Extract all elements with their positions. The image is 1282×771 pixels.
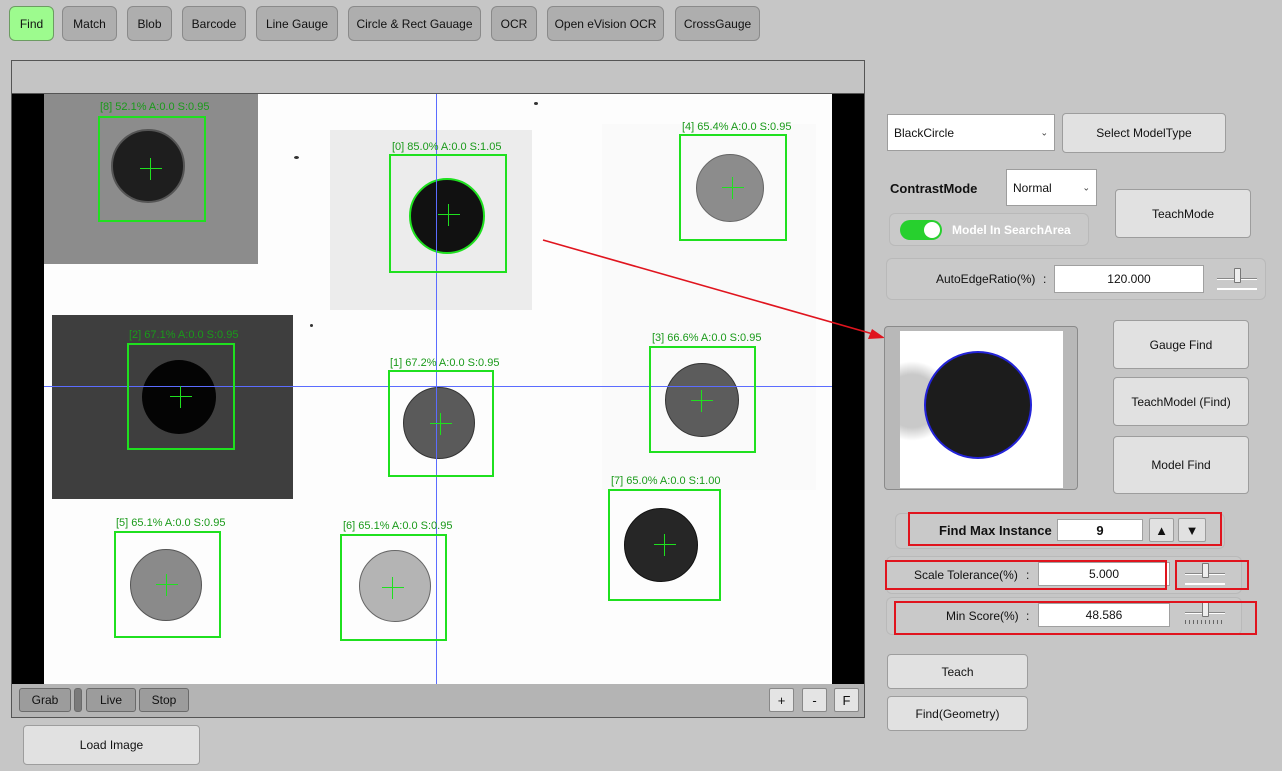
- result-label-0: [0] 85.0% A:0.0 S:1.05: [392, 141, 502, 153]
- center-cross-icon: [140, 158, 162, 180]
- center-cross-icon: [722, 177, 744, 199]
- model-preview-image: [900, 331, 1063, 488]
- center-cross-icon: [438, 204, 460, 226]
- model-type-select[interactable]: BlackCircle ⌄: [887, 114, 1055, 151]
- teach-button[interactable]: Teach: [887, 654, 1028, 689]
- teach-model-find-button[interactable]: TeachModel (Find): [1113, 377, 1249, 426]
- result-label-7: [7] 65.0% A:0.0 S:1.00: [611, 475, 721, 487]
- image-canvas[interactable]: [8] 52.1% A:0.0 S:0.95 [0] 85.0% A:0.0 S…: [12, 94, 864, 684]
- tab-find[interactable]: Find: [9, 6, 54, 41]
- tab-open-evision-ocr[interactable]: Open eVision OCR: [547, 6, 664, 41]
- contrast-mode-label: ContrastMode: [890, 181, 978, 196]
- model-in-search-area-toggle[interactable]: [900, 220, 942, 240]
- select-model-type-button[interactable]: Select ModelType: [1062, 113, 1226, 153]
- image-speck: [310, 324, 313, 327]
- auto-edge-ratio-input[interactable]: 120.000: [1054, 265, 1204, 293]
- fit-button[interactable]: F: [834, 688, 859, 712]
- highlight-box-min-score: [894, 601, 1257, 635]
- highlight-box-max-instance: [908, 512, 1222, 546]
- grab-button[interactable]: Grab: [19, 688, 71, 712]
- auto-edge-ratio-slider[interactable]: [1217, 266, 1257, 292]
- slider-thumb[interactable]: [1234, 268, 1241, 283]
- center-cross-icon: [654, 534, 676, 556]
- tab-blob[interactable]: Blob: [127, 6, 172, 41]
- highlight-box-scale-tolerance: [885, 560, 1167, 590]
- chevron-down-icon: ⌄: [1082, 182, 1090, 192]
- live-button[interactable]: Live: [86, 688, 136, 712]
- center-cross-icon: [382, 577, 404, 599]
- model-type-value: BlackCircle: [894, 125, 955, 140]
- result-label-1: [1] 67.2% A:0.0 S:0.95: [390, 357, 500, 369]
- model-find-button[interactable]: Model Find: [1113, 436, 1249, 494]
- slider-base: [1217, 288, 1257, 290]
- zoom-in-button[interactable]: +: [769, 688, 794, 712]
- auto-edge-ratio-colon: :: [1043, 272, 1047, 286]
- image-speck: [294, 156, 299, 159]
- viewer-title-bar: [12, 61, 864, 94]
- result-label-8: [8] 52.1% A:0.0 S:0.95: [100, 101, 210, 113]
- chevron-down-icon: ⌄: [1040, 127, 1048, 137]
- center-cross-icon: [170, 386, 192, 408]
- contrast-mode-value: Normal: [1013, 180, 1052, 195]
- model-in-search-area-label: Model In SearchArea: [952, 223, 1071, 237]
- center-cross-icon: [156, 574, 178, 596]
- teach-mode-button[interactable]: TeachMode: [1115, 189, 1251, 238]
- tab-line-gauge[interactable]: Line Gauge: [256, 6, 338, 41]
- tab-crossgauge[interactable]: CrossGauge: [675, 6, 760, 41]
- image-speck: [534, 102, 538, 105]
- gauge-find-button[interactable]: Gauge Find: [1113, 320, 1249, 369]
- center-cross-icon: [691, 390, 713, 412]
- load-image-button[interactable]: Load Image: [23, 725, 200, 765]
- tab-barcode[interactable]: Barcode: [182, 6, 246, 41]
- result-label-3: [3] 66.6% A:0.0 S:0.95: [652, 332, 762, 344]
- stop-button[interactable]: Stop: [139, 688, 189, 712]
- result-label-6: [6] 65.1% A:0.0 S:0.95: [343, 520, 453, 532]
- contrast-mode-select[interactable]: Normal ⌄: [1006, 169, 1097, 206]
- inspection-image: [8] 52.1% A:0.0 S:0.95 [0] 85.0% A:0.0 S…: [44, 94, 832, 684]
- highlight-box-scale-tolerance-slider: [1175, 560, 1249, 590]
- result-label-2: [2] 67.1% A:0.0 S:0.95: [129, 329, 239, 341]
- find-geometry-button[interactable]: Find(Geometry): [887, 696, 1028, 731]
- grab-live-separator: [74, 688, 82, 712]
- center-cross-icon: [430, 413, 452, 435]
- zoom-out-button[interactable]: -: [802, 688, 827, 712]
- auto-edge-ratio-label: AutoEdgeRatio(%): [936, 272, 1036, 286]
- result-label-5: [5] 65.1% A:0.0 S:0.95: [116, 517, 226, 529]
- tab-ocr[interactable]: OCR: [491, 6, 537, 41]
- result-label-4: [4] 65.4% A:0.0 S:0.95: [682, 121, 792, 133]
- tab-match[interactable]: Match: [62, 6, 117, 41]
- image-viewer: [8] 52.1% A:0.0 S:0.95 [0] 85.0% A:0.0 S…: [11, 60, 865, 718]
- model-preview-disk: [924, 351, 1032, 459]
- toggle-knob: [924, 222, 940, 238]
- tab-circle-rect-gauge[interactable]: Circle & Rect Gauage: [348, 6, 481, 41]
